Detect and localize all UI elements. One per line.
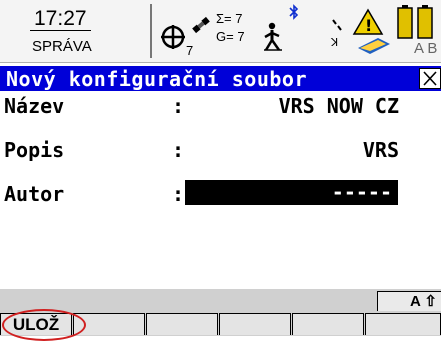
warning-memory-icon: ! bbox=[352, 8, 390, 54]
clock: 17:27 bbox=[30, 8, 91, 31]
description-value[interactable]: VRS bbox=[363, 138, 399, 162]
satellite-icon bbox=[192, 16, 210, 34]
f5-button[interactable] bbox=[292, 313, 364, 335]
sat-gps: G= 7 bbox=[216, 29, 245, 44]
field-row-description: Popis : VRS bbox=[0, 138, 441, 166]
f6-button[interactable] bbox=[365, 313, 441, 335]
caps-indicator: A ⇧ bbox=[377, 291, 441, 311]
field-label-name: Název bbox=[4, 94, 65, 118]
f3-button[interactable] bbox=[146, 313, 218, 335]
function-key-bar: A ⇧ ULOŽ bbox=[0, 289, 441, 341]
close-button[interactable] bbox=[419, 68, 441, 89]
svg-text:ꓘ: ꓘ bbox=[330, 36, 338, 48]
battery-icon bbox=[397, 5, 433, 39]
field-label-description: Popis bbox=[4, 138, 65, 162]
mode-label: SPRÁVA bbox=[32, 38, 92, 55]
dialog-title: Nový konfigurační soubor bbox=[6, 67, 307, 91]
close-icon bbox=[423, 71, 437, 86]
field-label-author: Autor bbox=[4, 182, 65, 206]
field-colon: : bbox=[172, 182, 185, 206]
field-row-author: Autor : ----- bbox=[0, 180, 441, 210]
field-colon: : bbox=[172, 138, 185, 162]
sat-count-left: 7 bbox=[186, 43, 194, 58]
crosshair-icon bbox=[161, 25, 185, 49]
field-row-name: Název : VRS NOW CZ bbox=[0, 94, 441, 122]
dialog-title-bar: Nový konfigurační soubor bbox=[0, 66, 441, 91]
author-input[interactable]: ----- bbox=[185, 180, 398, 205]
f4-button[interactable] bbox=[219, 313, 291, 335]
status-separator bbox=[150, 4, 152, 58]
svg-text:!: ! bbox=[365, 16, 372, 35]
battery-letters: A B bbox=[414, 40, 438, 57]
sat-sum: Σ= 7 bbox=[216, 11, 243, 26]
walking-person-icon bbox=[264, 22, 282, 51]
bluetooth-icon bbox=[289, 4, 299, 20]
name-value[interactable]: VRS NOW CZ bbox=[279, 94, 399, 118]
highlight-circle bbox=[2, 309, 86, 341]
radio-link-icon: ꓘ bbox=[330, 19, 342, 48]
field-colon: : bbox=[172, 94, 185, 118]
status-bar: 17:27 SPRÁVA 7 Σ= 7 G= 7 ꓘ ! A B bbox=[0, 0, 441, 63]
